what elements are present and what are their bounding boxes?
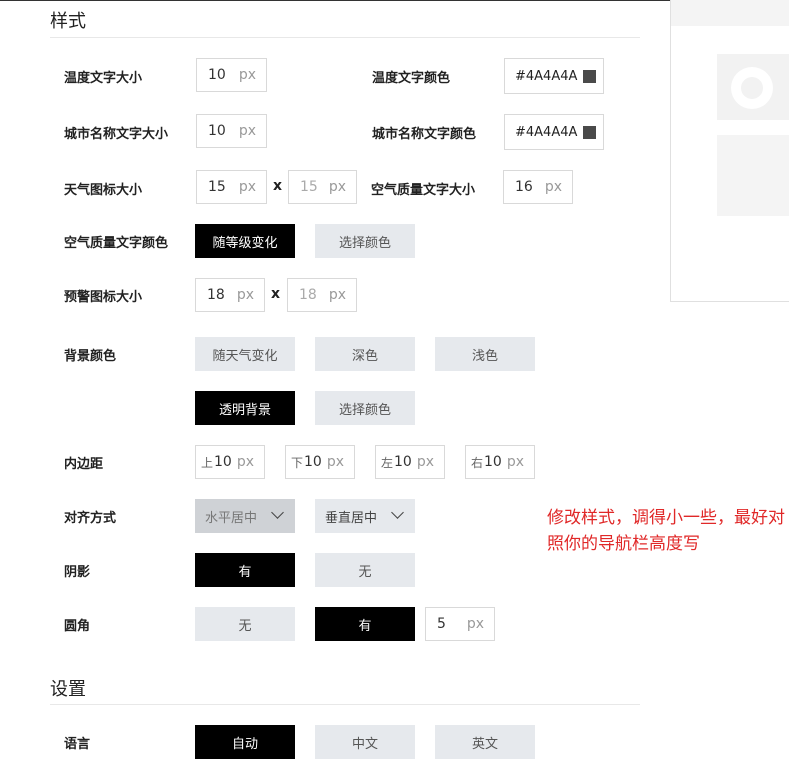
city-text-size-input[interactable]: 10 px: [196, 114, 267, 148]
temp-text-size-input[interactable]: 10 px: [196, 58, 267, 92]
city-text-color-label: 城市名称文字颜色: [372, 127, 477, 142]
shadow-on-button[interactable]: 有: [195, 553, 295, 587]
aqi-text-size-value: 16: [515, 179, 533, 195]
radius-off-button[interactable]: 无: [195, 607, 295, 641]
unit-label: px: [328, 179, 346, 195]
padding-right-input[interactable]: 右 10 px: [465, 445, 535, 479]
times-sign: x: [273, 178, 283, 194]
unit-label: px: [236, 454, 254, 470]
bg-choose-color-button[interactable]: 选择颜色: [315, 391, 415, 425]
temp-text-color-value: #4A4A4A: [515, 68, 578, 84]
times-sign: x: [271, 286, 281, 302]
alert-icon-height-value: 18: [299, 287, 317, 303]
unit-label: px: [238, 67, 256, 83]
aqi-text-color-label: 空气质量文字颜色: [64, 236, 169, 251]
annotation-note: 修改样式，调得小一些，最好对照你的导航栏高度写: [547, 508, 785, 554]
alert-icon-size-label: 预警图标大小: [64, 290, 143, 305]
padding-bottom-input[interactable]: 下 10 px: [285, 445, 355, 479]
preview-header: [671, 0, 789, 26]
aqi-text-size-label: 空气质量文字大小: [371, 183, 476, 198]
radius-value: 5: [437, 616, 446, 632]
bg-light-button[interactable]: 浅色: [435, 337, 535, 371]
alert-icon-width-value: 18: [207, 287, 225, 303]
section-divider: [50, 37, 640, 38]
language-english-button[interactable]: 英文: [435, 725, 535, 759]
temp-text-color-picker[interactable]: #4A4A4A: [504, 58, 604, 94]
language-label: 语言: [64, 737, 91, 752]
padding-right-value: 10: [484, 454, 502, 470]
unit-label: px: [236, 287, 254, 303]
chevron-down-icon: [391, 506, 404, 519]
top-border: [0, 0, 670, 1]
vertical-align-select[interactable]: 垂直居中: [315, 499, 415, 533]
padding-top-value: 10: [214, 454, 232, 470]
unit-label: px: [416, 454, 434, 470]
padding-left-input[interactable]: 左 10 px: [375, 445, 445, 479]
radius-on-button[interactable]: 有: [315, 607, 415, 641]
weather-icon-height-value: 15: [300, 179, 318, 195]
padding-left-prefix: 左: [381, 455, 394, 470]
city-text-size-value: 10: [208, 123, 226, 139]
padding-right-prefix: 右: [471, 455, 484, 470]
radius-label: 圆角: [64, 619, 91, 634]
preview-panel: [670, 0, 789, 302]
chevron-down-icon: [271, 506, 284, 519]
alert-icon-width-input[interactable]: 18 px: [195, 278, 265, 312]
aqi-choose-color-button[interactable]: 选择颜色: [315, 224, 415, 258]
temp-text-size-value: 10: [208, 67, 226, 83]
radius-value-input[interactable]: 5 px: [425, 607, 495, 641]
horizontal-align-value: 水平居中: [205, 510, 258, 526]
weather-icon-width-input[interactable]: 15 px: [196, 170, 267, 204]
bg-follow-weather-button[interactable]: 随天气变化: [195, 337, 295, 371]
vertical-align-value: 垂直居中: [325, 510, 378, 526]
weather-icon-size-label: 天气图标大小: [64, 183, 143, 198]
unit-label: px: [238, 123, 256, 139]
city-text-size-label: 城市名称文字大小: [64, 127, 169, 142]
aqi-text-size-input[interactable]: 16 px: [503, 170, 573, 204]
language-auto-button[interactable]: 自动: [195, 725, 295, 759]
temp-text-color-label: 温度文字颜色: [372, 71, 451, 86]
padding-top-input[interactable]: 上 10 px: [195, 445, 265, 479]
weather-icon-height-input[interactable]: 15 px: [288, 170, 357, 204]
preview-block: [717, 135, 789, 216]
padding-left-value: 10: [394, 454, 412, 470]
unit-label: px: [506, 454, 524, 470]
padding-bottom-prefix: 下: [291, 455, 304, 470]
horizontal-align-select[interactable]: 水平居中: [195, 499, 295, 533]
padding-bottom-value: 10: [304, 454, 322, 470]
shadow-off-button[interactable]: 无: [315, 553, 415, 587]
background-color-label: 背景颜色: [64, 349, 117, 364]
padding-top-prefix: 上: [201, 455, 214, 470]
unit-label: px: [326, 454, 344, 470]
language-chinese-button[interactable]: 中文: [315, 725, 415, 759]
city-text-color-picker[interactable]: #4A4A4A: [504, 114, 604, 150]
alert-icon-height-input[interactable]: 18 px: [287, 278, 357, 312]
section-divider: [50, 704, 640, 705]
unit-label: px: [544, 179, 562, 195]
weather-icon-width-value: 15: [208, 179, 226, 195]
unit-label: px: [238, 179, 256, 195]
shadow-label: 阴影: [64, 565, 91, 580]
unit-label: px: [328, 287, 346, 303]
aqi-color-by-level-button[interactable]: 随等级变化: [195, 224, 295, 258]
unit-label: px: [466, 616, 484, 632]
style-section-title: 样式: [50, 11, 86, 32]
preview-widget: [717, 54, 789, 120]
bg-dark-button[interactable]: 深色: [315, 337, 415, 371]
color-swatch-icon: [583, 125, 597, 139]
alignment-label: 对齐方式: [64, 511, 117, 526]
weather-logo-icon: [731, 67, 773, 109]
color-swatch-icon: [583, 69, 597, 83]
padding-label: 内边距: [64, 457, 104, 472]
city-text-color-value: #4A4A4A: [515, 124, 578, 140]
temp-text-size-label: 温度文字大小: [64, 71, 143, 86]
settings-section-title: 设置: [50, 679, 86, 700]
bg-transparent-button[interactable]: 透明背景: [195, 391, 295, 425]
